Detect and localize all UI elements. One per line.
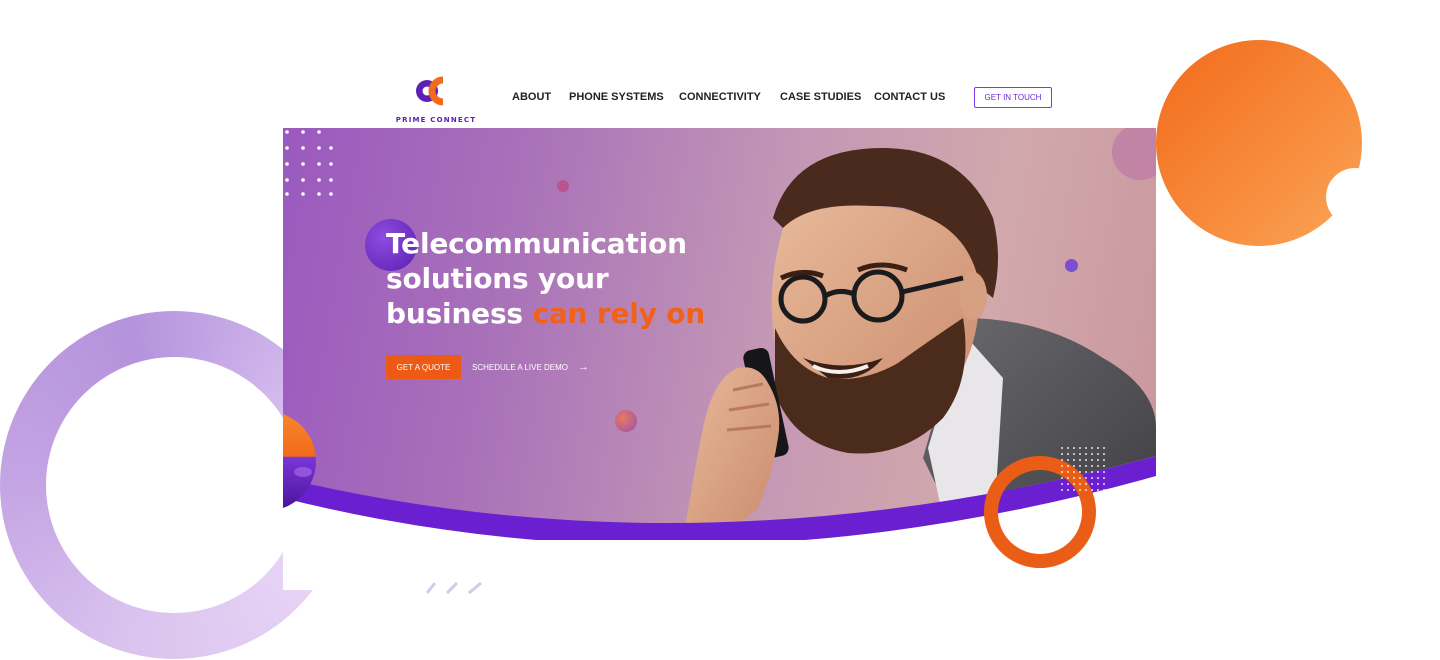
top-navigation: PRIME CONNECT ABOUT PHONE SYSTEMS CONNEC… — [283, 70, 1156, 128]
nav-about[interactable]: ABOUT — [512, 91, 551, 103]
nav-case-studies[interactable]: CASE STUDIES — [780, 91, 861, 103]
nav-phone-systems[interactable]: PHONE SYSTEMS — [569, 91, 664, 103]
decorative-circle-cutout — [1326, 168, 1384, 226]
schedule-demo-link[interactable]: SCHEDULE A LIVE DEMO → — [472, 355, 589, 379]
arrow-right-icon: → — [578, 361, 590, 373]
nav-connectivity[interactable]: CONNECTIVITY — [679, 91, 761, 103]
decorative-slashes — [425, 582, 482, 594]
brand-name: PRIME CONNECT — [395, 116, 477, 124]
headline-accent: can rely on — [532, 297, 706, 330]
nav-contact-us[interactable]: CONTACT US — [874, 91, 945, 103]
get-in-touch-button[interactable]: GET IN TOUCH — [974, 87, 1052, 108]
schedule-demo-label: SCHEDULE A LIVE DEMO — [472, 362, 569, 372]
decorative-dot-pattern — [1061, 447, 1105, 491]
headline-line-2: solutions your — [386, 262, 609, 295]
decorative-small-bubble — [557, 180, 569, 192]
hero-headline: Telecommunication solutions your busines… — [386, 226, 705, 331]
logo-mark-icon — [416, 76, 444, 106]
decorative-small-bubble — [1065, 259, 1078, 272]
decorative-dot-grid — [285, 130, 333, 196]
get-a-quote-button[interactable]: GET A QUOTE — [386, 355, 461, 379]
headline-line-3: business — [386, 297, 523, 330]
brand-logo[interactable]: PRIME CONNECT — [393, 76, 479, 126]
decorative-orange-circle — [1156, 40, 1362, 246]
decorative-half-sphere — [283, 414, 316, 508]
headline-line-1: Telecommunication — [386, 227, 687, 260]
